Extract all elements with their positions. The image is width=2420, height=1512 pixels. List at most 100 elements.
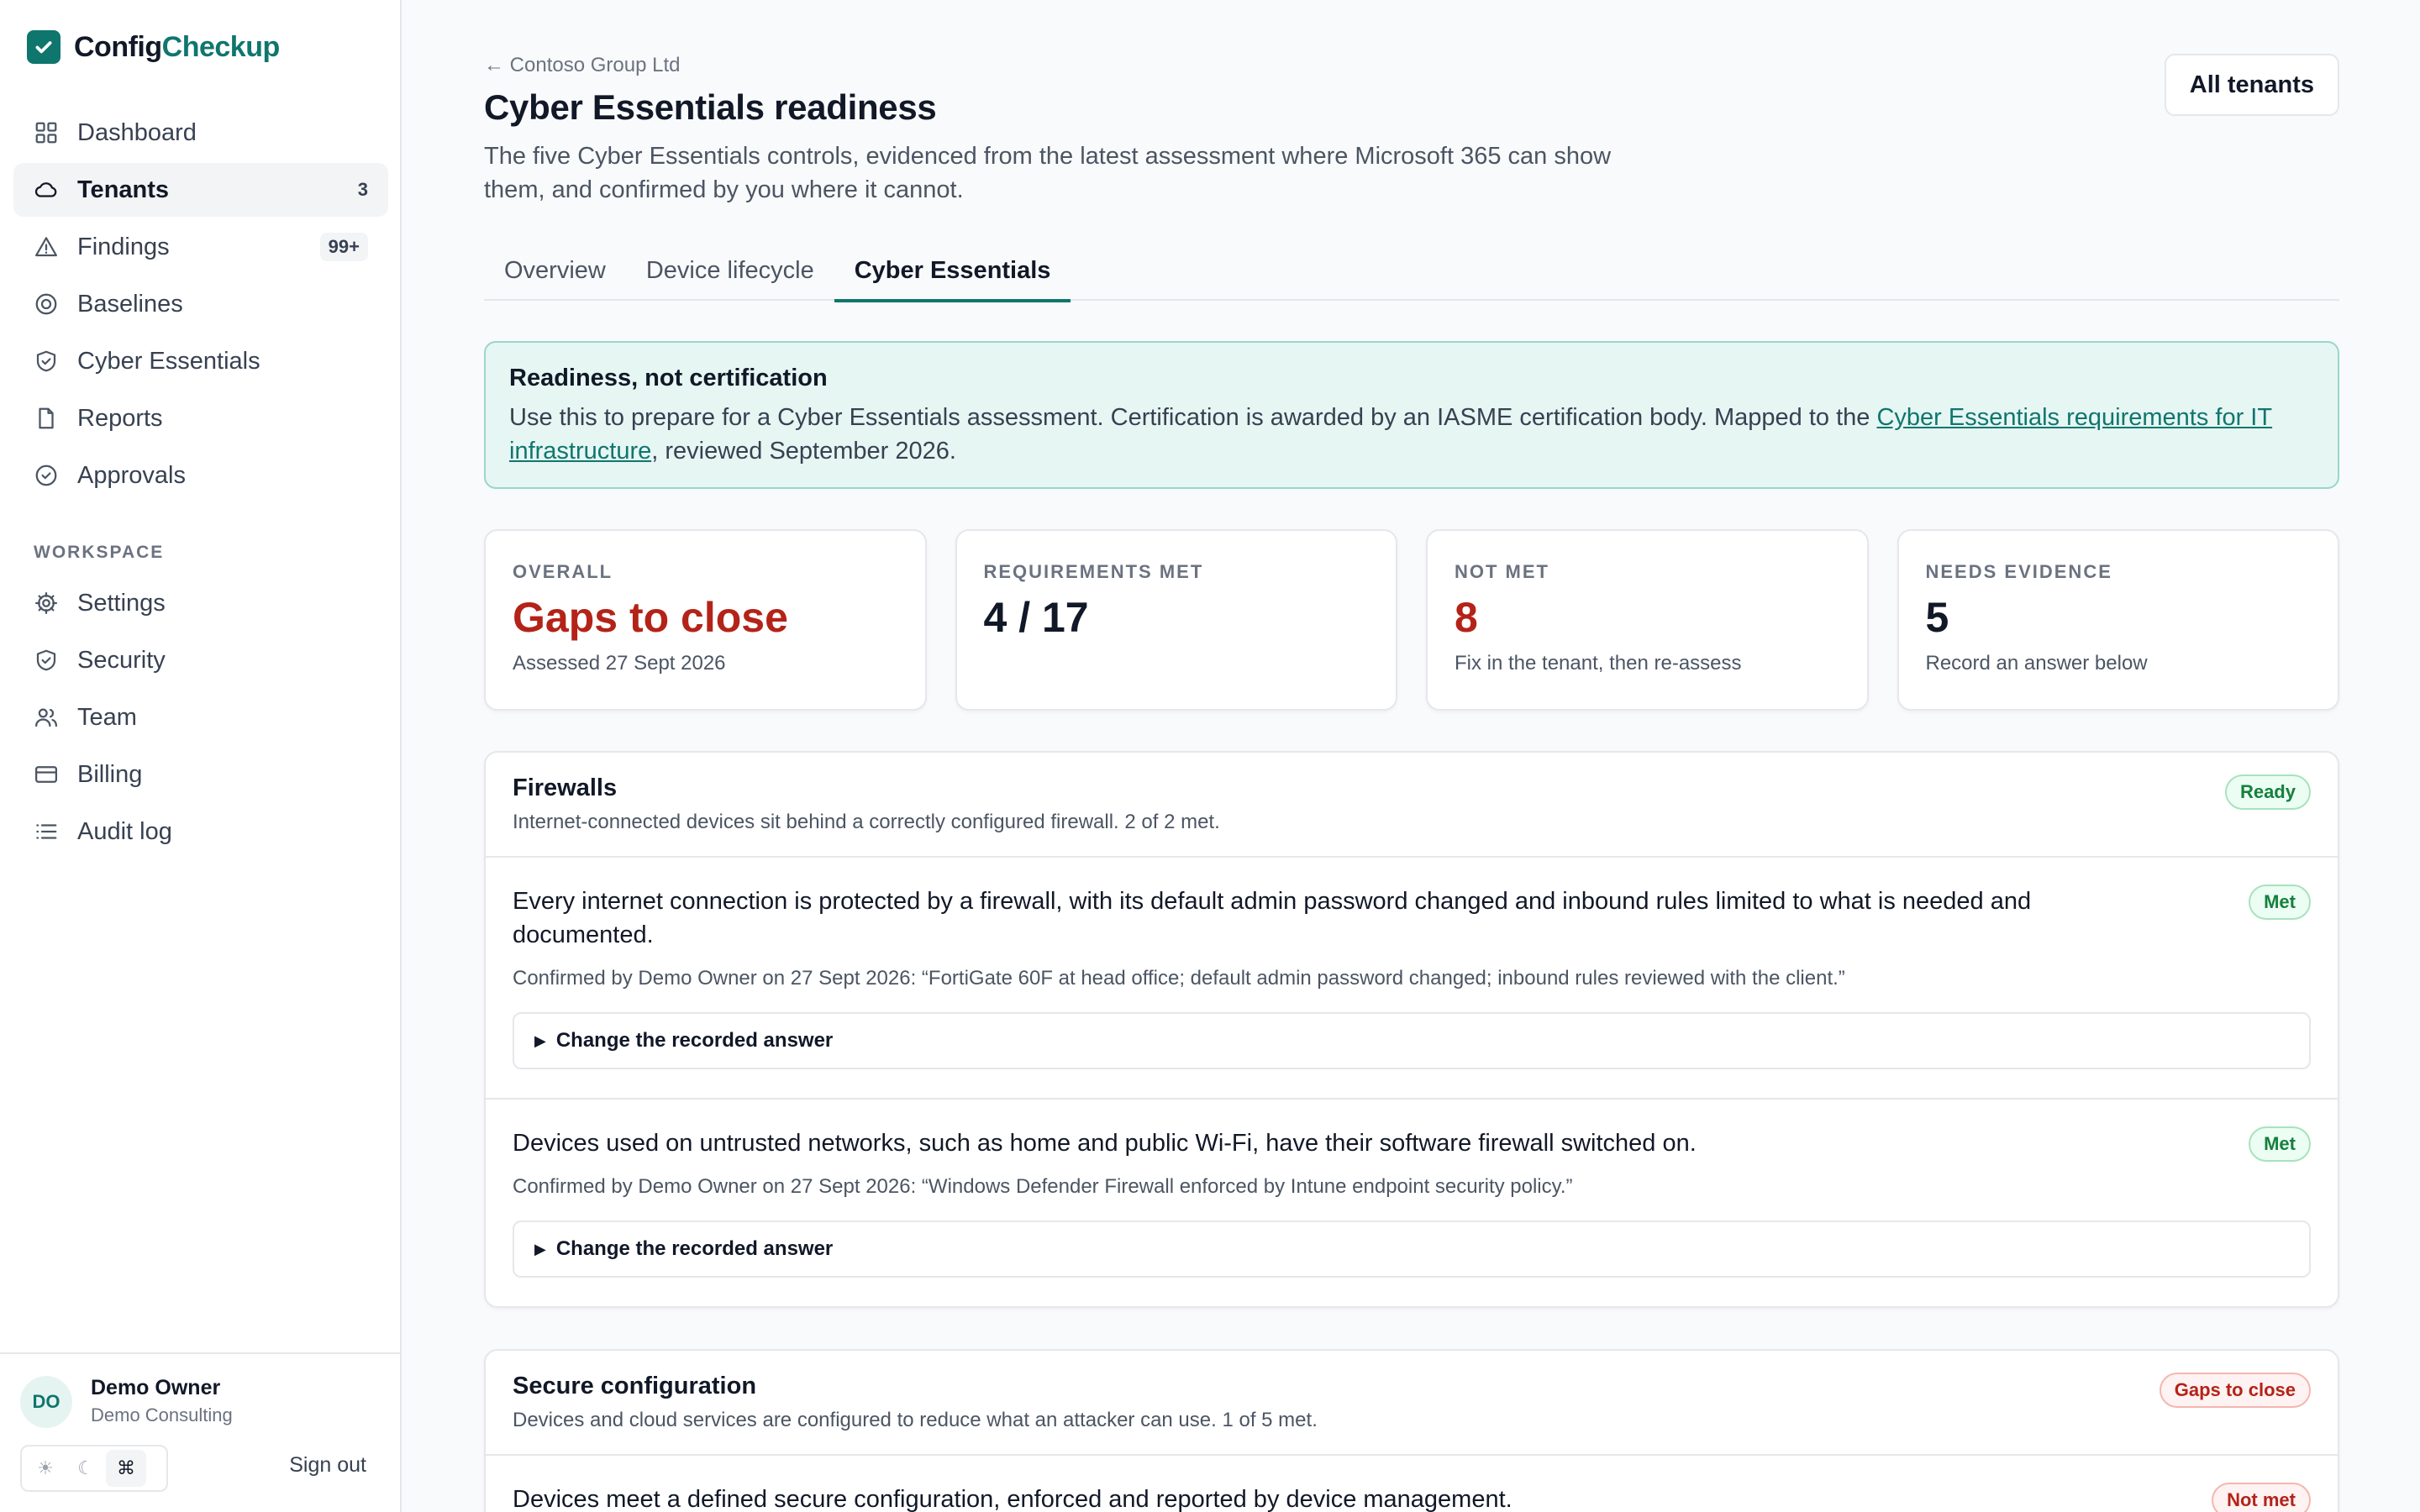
page-title: Cyber Essentials readiness — [484, 87, 937, 127]
gear-icon — [34, 591, 59, 616]
readiness-notice: Readiness, not certification Use this to… — [484, 341, 2339, 489]
sun-icon[interactable]: ☀ — [25, 1450, 66, 1487]
avatar[interactable]: DO — [20, 1376, 72, 1428]
status-badge: Met — [2249, 885, 2311, 920]
nav-item-reports[interactable]: Reports — [13, 391, 388, 445]
nav-item-security[interactable]: Security — [13, 633, 388, 687]
brand-part-2: Checkup — [161, 30, 281, 63]
section-description: Internet-connected devices sit behind a … — [513, 811, 1220, 833]
nav-item-team[interactable]: Team — [13, 690, 388, 744]
nav-label: Tenants — [77, 176, 170, 203]
details-label: Change the recorded answer — [555, 1029, 834, 1052]
stat-label: NOT MET — [1455, 561, 1549, 582]
stat-card-not-met: NOT MET 8 Fix in the tenant, then re-ass… — [1426, 529, 1869, 711]
sidebar: ConfigCheckup Dashboard Tenants 3 Findin… — [0, 0, 402, 1512]
section-title: Firewalls — [513, 774, 618, 801]
all-tenants-button[interactable]: All tenants — [2164, 54, 2339, 116]
user-org: Demo Consulting — [91, 1404, 233, 1425]
section-title: Secure configuration — [513, 1373, 757, 1399]
nav-label: Billing — [77, 760, 143, 788]
nav-label: Settings — [77, 589, 166, 617]
check-circle-icon — [34, 463, 59, 488]
confirmation-note: Confirmed by Demo Owner on 27 Sept 2026:… — [513, 1175, 1573, 1198]
details-label: Change the recorded answer — [555, 1237, 834, 1260]
notice-text-after: , reviewed September 2026. — [651, 438, 956, 465]
brand-name: ConfigCheckup — [74, 31, 280, 64]
section-header: Secure configuration Devices and cloud s… — [486, 1351, 2338, 1456]
users-icon — [34, 705, 59, 730]
moon-icon[interactable]: ☾ — [66, 1450, 106, 1487]
status-badge: Met — [2249, 1126, 2311, 1162]
stat-value: Gaps to close — [513, 594, 788, 641]
nav-item-findings[interactable]: Findings 99+ — [13, 220, 388, 274]
stats-row: OVERALL Gaps to close Assessed 27 Sept 2… — [484, 529, 2339, 711]
workspace-section-label: WORKSPACE — [34, 543, 165, 562]
control-section-firewalls: Firewalls Internet-connected devices sit… — [484, 751, 2339, 1308]
user-panel: DO Demo Owner Demo Consulting ☀ ☾ ⌘ Sign… — [0, 1352, 400, 1512]
tab-bar: Overview Device lifecycle Cyber Essentia… — [484, 240, 2339, 302]
stat-sub: Record an answer below — [1925, 652, 2148, 675]
status-badge: Ready — [2224, 774, 2311, 810]
requirement-text: Every internet connection is protected b… — [513, 888, 2032, 948]
nav-label: Team — [77, 703, 137, 731]
nav-item-approvals[interactable]: Approvals — [13, 449, 388, 502]
nav-item-tenants[interactable]: Tenants 3 — [13, 163, 388, 217]
stat-card-requirements-met: REQUIREMENTS MET 4 / 17 — [955, 529, 1397, 711]
breadcrumb[interactable]: ← Contoso Group Ltd — [484, 54, 680, 77]
stat-sub: Assessed 27 Sept 2026 — [513, 652, 726, 675]
stat-label: OVERALL — [513, 561, 613, 582]
brand-part-1: Config — [74, 30, 162, 63]
stat-label: REQUIREMENTS MET — [983, 561, 1204, 582]
requirement-item: Every internet connection is protected b… — [486, 858, 2338, 1100]
nav-label: Dashboard — [77, 118, 197, 146]
notice-text-before: Use this to prepare for a Cyber Essentia… — [509, 404, 1877, 431]
stat-value: 5 — [1925, 594, 1949, 641]
confirmation-note: Confirmed by Demo Owner on 27 Sept 2026:… — [513, 967, 1845, 990]
tab-cyber-essentials[interactable]: Cyber Essentials — [834, 240, 1071, 302]
stat-card-needs-evidence: NEEDS EVIDENCE 5 Record an answer below — [1897, 529, 2339, 711]
cloud-icon — [34, 177, 59, 202]
main-nav: Dashboard Tenants 3 Findings 99+ Baselin… — [13, 106, 388, 862]
nav-label: Cyber Essentials — [77, 347, 260, 375]
nav-label: Findings — [77, 233, 170, 260]
alert-triangle-icon — [34, 234, 59, 260]
tenants-count-badge: 3 — [357, 179, 368, 200]
shield-check-icon — [34, 648, 59, 673]
page-description: The five Cyber Essentials controls, evid… — [484, 143, 1612, 203]
requirement-text: Devices used on untrusted networks, such… — [513, 1130, 1697, 1157]
shield-check-icon — [34, 349, 59, 374]
tab-overview[interactable]: Overview — [484, 240, 626, 301]
section-header: Firewalls Internet-connected devices sit… — [486, 753, 2338, 858]
notice-text: Use this to prepare for a Cyber Essentia… — [509, 401, 2314, 468]
nav-item-audit-log[interactable]: Audit log — [13, 805, 388, 858]
nav-label: Baselines — [77, 290, 183, 318]
nav-item-billing[interactable]: Billing — [13, 748, 388, 801]
requirement-text: Devices meet a defined secure configurat… — [513, 1486, 1512, 1512]
stat-label: NEEDS EVIDENCE — [1925, 561, 2112, 582]
nav-item-settings[interactable]: Settings — [13, 576, 388, 630]
file-icon — [34, 406, 59, 431]
tab-device-lifecycle[interactable]: Device lifecycle — [626, 240, 834, 301]
sign-out-link[interactable]: Sign out — [289, 1453, 366, 1478]
change-answer-toggle[interactable]: ▶ Change the recorded answer — [513, 1012, 2311, 1069]
logo-check-icon — [27, 30, 60, 64]
nav-label: Approvals — [77, 461, 186, 489]
nav-label: Security — [77, 646, 166, 674]
credit-card-icon — [34, 762, 59, 787]
requirement-item: Devices used on untrusted networks, such… — [486, 1100, 2338, 1306]
list-icon — [34, 819, 59, 844]
target-icon — [34, 291, 59, 317]
brand-logo[interactable]: ConfigCheckup — [27, 30, 280, 64]
nav-item-cyber-essentials[interactable]: Cyber Essentials — [13, 334, 388, 388]
requirement-item: Devices meet a defined secure configurat… — [486, 1456, 2338, 1512]
nav-label: Reports — [77, 404, 163, 432]
nav-item-dashboard[interactable]: Dashboard — [13, 106, 388, 160]
control-section-secure-configuration: Secure configuration Devices and cloud s… — [484, 1349, 2339, 1512]
grid-icon — [34, 120, 59, 145]
change-answer-toggle[interactable]: ▶ Change the recorded answer — [513, 1221, 2311, 1278]
nav-item-baselines[interactable]: Baselines — [13, 277, 388, 331]
notice-title: Readiness, not certification — [509, 365, 828, 391]
disclosure-triangle-icon: ▶ — [534, 1032, 546, 1049]
section-description: Devices and cloud services are configure… — [513, 1409, 1318, 1431]
system-theme-icon[interactable]: ⌘ — [106, 1450, 146, 1487]
